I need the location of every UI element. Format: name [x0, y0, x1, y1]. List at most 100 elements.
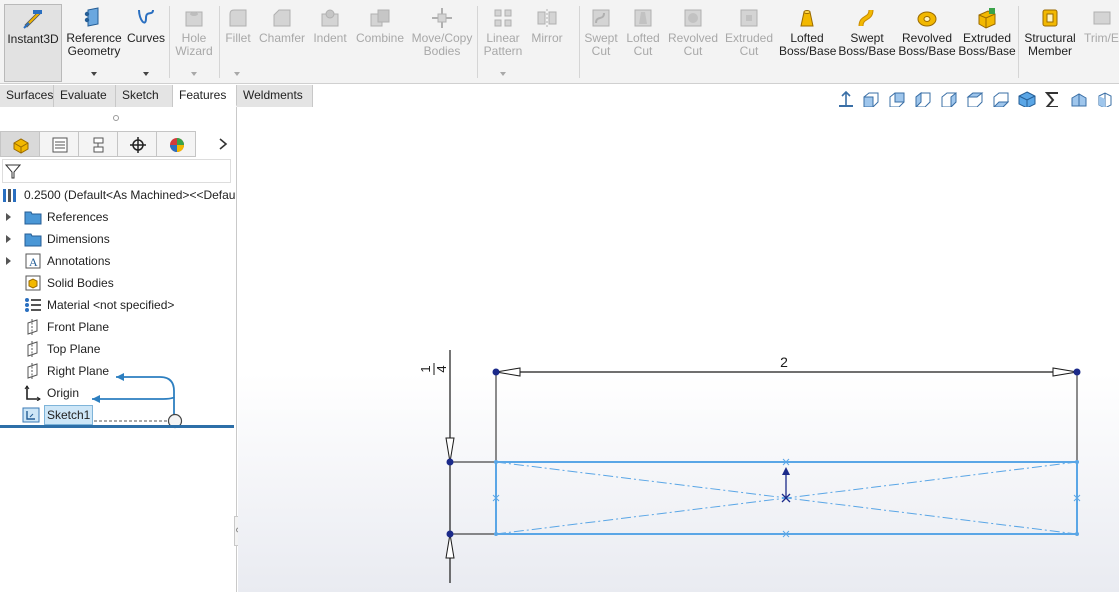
indent-label: Indent — [313, 31, 347, 45]
plane-icon — [27, 341, 38, 357]
linear-pattern-button[interactable]: Linear Pattern — [480, 4, 526, 82]
swept-cut-icon — [592, 9, 610, 27]
dimension-numerator: 1 — [418, 365, 433, 372]
revolved-boss-label: Revolved Boss/Base — [898, 31, 956, 58]
horizontal-dimension-value[interactable]: 2 — [780, 354, 788, 370]
tree-item-dimensions[interactable]: Dimensions — [0, 228, 235, 250]
reference-geometry-icon — [84, 7, 99, 27]
swept-cut-button[interactable]: Swept Cut — [582, 4, 620, 82]
panel-tab-strip — [0, 131, 237, 157]
sketch-icon — [22, 407, 40, 423]
structural-member-button[interactable]: Structural Member — [1021, 4, 1079, 82]
extruded-boss-button[interactable]: Extruded Boss/Base — [958, 4, 1016, 82]
move-copy-bodies-button[interactable]: Move/Copy Bodies — [410, 4, 474, 82]
instant3d-icon — [23, 10, 42, 29]
tree-item-references[interactable]: References — [0, 206, 235, 228]
swept-boss-button[interactable]: Swept Boss/Base — [838, 4, 896, 82]
swept-boss-label: Swept Boss/Base — [838, 31, 896, 58]
reference-geometry-label: Reference Geometry — [66, 31, 122, 58]
tab-weldments[interactable]: Weldments — [237, 85, 313, 107]
tree-item-label: References — [47, 210, 109, 224]
lofted-cut-button[interactable]: Lofted Cut — [623, 4, 663, 82]
dimension-endpoint[interactable] — [1073, 368, 1081, 376]
folder-icon — [24, 233, 42, 247]
tree-item-label: Solid Bodies — [47, 276, 114, 290]
chamfer-icon — [273, 9, 291, 27]
vertical-dimension-value[interactable]: 1 4 — [418, 363, 449, 375]
panel-grip[interactable] — [0, 107, 237, 129]
fillet-button[interactable]: Fillet — [222, 4, 254, 82]
extruded-boss-label: Extruded Boss/Base — [958, 31, 1016, 58]
material-icon — [25, 298, 41, 312]
chamfer-button[interactable]: Chamfer — [258, 4, 306, 82]
combine-button[interactable]: Combine — [354, 4, 406, 82]
filter-bar[interactable] — [2, 159, 231, 183]
linear-pattern-label: Linear Pattern — [483, 31, 523, 58]
reference-geometry-button[interactable]: Reference Geometry — [65, 4, 123, 82]
indent-button[interactable]: Indent — [309, 4, 351, 82]
tree-root-part[interactable]: 0.2500 (Default<As Machined><<Defau — [0, 184, 235, 206]
mirror-button[interactable]: Mirror — [527, 4, 567, 82]
dimension-endpoint[interactable] — [446, 530, 454, 538]
trim-extend-icon — [1093, 11, 1111, 25]
crosshair-icon — [130, 137, 146, 153]
dimension-endpoint[interactable] — [446, 458, 454, 466]
chevron-right-icon[interactable] — [218, 138, 228, 150]
curves-button[interactable]: Curves — [125, 4, 167, 82]
tab-display-manager[interactable] — [156, 131, 196, 157]
command-manager-tabs: Surfaces Evaluate Sketch Features Weldme… — [0, 85, 313, 107]
lofted-boss-button[interactable]: Lofted Boss/Base — [779, 4, 836, 82]
tab-sketch[interactable]: Sketch — [116, 85, 173, 107]
center-arrow-head — [782, 467, 790, 475]
filter-icon[interactable] — [5, 163, 21, 179]
tab-features[interactable]: Features — [173, 85, 237, 107]
lofted-cut-icon — [634, 9, 652, 27]
tree-item-top-plane[interactable]: Top Plane — [0, 338, 235, 360]
extruded-cut-label: Extruded Cut — [724, 31, 774, 58]
tab-dimxpert-manager[interactable] — [117, 131, 157, 157]
folder-icon — [24, 211, 42, 225]
chevron-down-icon[interactable] — [191, 72, 197, 76]
tree-item-annotations[interactable]: A Annotations — [0, 250, 235, 272]
chevron-down-icon[interactable] — [143, 72, 149, 76]
extruded-cut-button[interactable]: Extruded Cut — [722, 4, 776, 82]
solid-bodies-icon — [25, 275, 41, 291]
instant3d-button[interactable]: Instant3D — [4, 4, 62, 82]
dimension-arrow-right — [1052, 367, 1078, 377]
hole-wizard-label: Hole Wizard — [175, 31, 213, 58]
tab-configuration-manager[interactable] — [78, 131, 118, 157]
svg-text:A: A — [29, 255, 38, 269]
tab-evaluate[interactable]: Evaluate — [54, 85, 116, 107]
origin-icon — [24, 385, 41, 401]
mirror-label: Mirror — [531, 31, 563, 45]
revolved-boss-button[interactable]: Revolved Boss/Base — [898, 4, 956, 82]
curves-label: Curves — [126, 31, 165, 45]
move-copy-bodies-label: Move/Copy Bodies — [411, 31, 473, 58]
tab-surfaces[interactable]: Surfaces — [0, 85, 54, 107]
hole-wizard-button[interactable]: Hole Wizard — [172, 4, 216, 82]
combine-label: Combine — [355, 31, 405, 45]
trim-extend-button[interactable]: Trim/Ex — [1082, 4, 1119, 82]
tree-item-solid-bodies[interactable]: Solid Bodies — [0, 272, 235, 294]
expand-arrow-icon[interactable] — [6, 235, 11, 243]
dimension-arrow-left — [495, 367, 521, 377]
structural-member-icon — [1042, 9, 1058, 27]
tab-property-manager[interactable] — [39, 131, 79, 157]
dimension-endpoint[interactable] — [492, 368, 500, 376]
instant3d-label: Instant3D — [7, 32, 59, 46]
revolved-cut-button[interactable]: Revolved Cut — [667, 4, 719, 82]
expand-arrow-icon[interactable] — [6, 257, 11, 265]
chevron-down-icon[interactable] — [500, 72, 506, 76]
tree-item-material[interactable]: Material <not specified> — [0, 294, 235, 316]
graphics-area[interactable]: 1 4 2 — [238, 107, 1119, 592]
hole-wizard-icon — [185, 11, 203, 27]
tree-item-label: Annotations — [47, 254, 111, 268]
tree-item-front-plane[interactable]: Front Plane — [0, 316, 235, 338]
rollback-bar[interactable] — [0, 425, 234, 428]
chevron-down-icon[interactable] — [234, 72, 240, 76]
expand-arrow-icon[interactable] — [6, 213, 11, 221]
property-manager-icon — [52, 137, 68, 153]
chevron-down-icon[interactable] — [91, 72, 97, 76]
tab-feature-manager[interactable] — [0, 131, 40, 157]
sketch-canvas[interactable]: 1 4 2 — [238, 107, 1119, 592]
